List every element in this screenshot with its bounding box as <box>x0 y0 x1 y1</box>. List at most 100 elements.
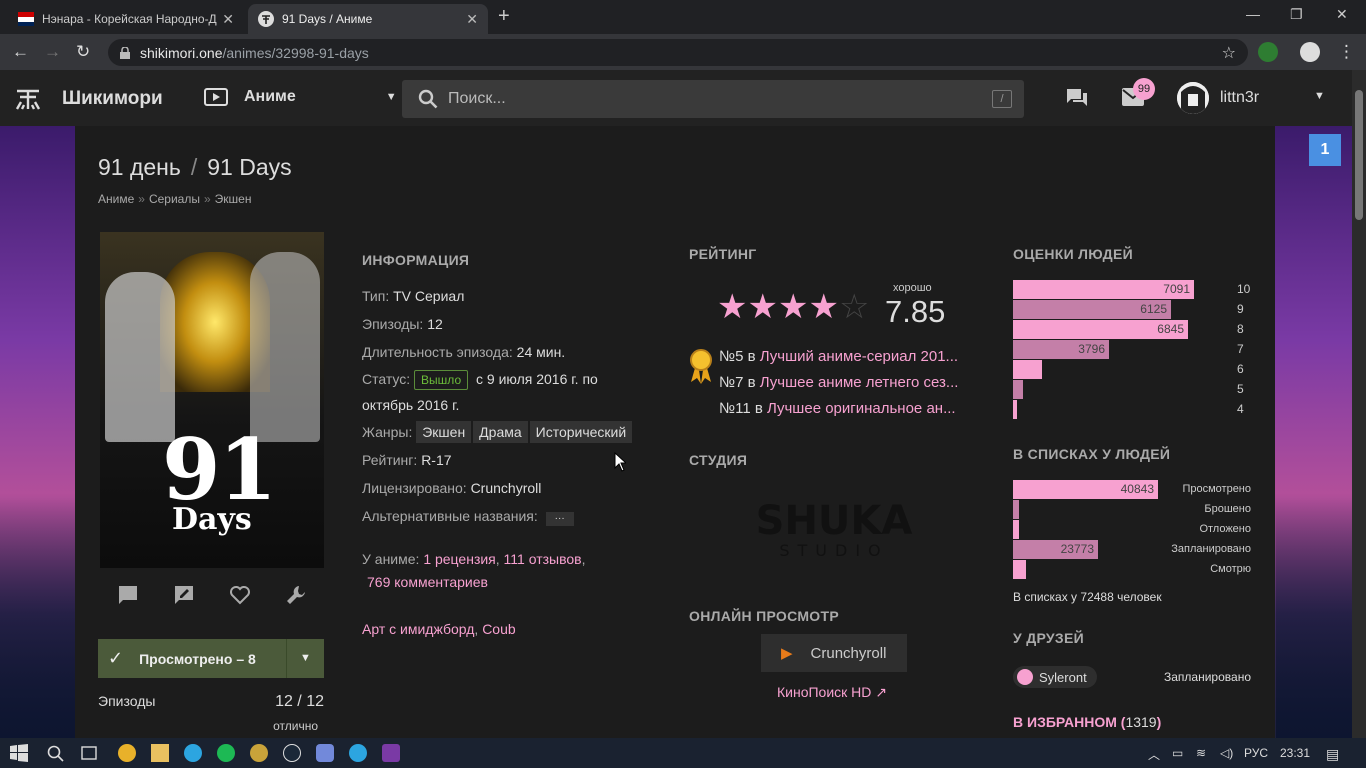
review-icon[interactable] <box>173 584 195 606</box>
search-icon[interactable] <box>46 744 64 762</box>
duration-value: 24 мин. <box>516 344 566 360</box>
rank-item: №11 в Лучшее оригинальное ан... <box>719 400 956 417</box>
art-link[interactable]: Арт с имиджборд <box>362 621 474 637</box>
address-bar-row: ← → ↻ shikimori.one/animes/32998-91-days… <box>0 34 1366 70</box>
media-player-icon[interactable] <box>382 744 400 762</box>
menu-dots-icon[interactable]: ⋮ <box>1338 42 1355 62</box>
reviews-link[interactable]: 1 рецензия <box>423 551 495 567</box>
friend-chip[interactable]: Syleront <box>1013 666 1097 688</box>
mouse-cursor <box>614 452 626 472</box>
score-row: 7091 10 <box>1013 280 1263 300</box>
watch-status-button[interactable]: ✓ Просмотрено – 8 ▼ <box>98 639 324 678</box>
heart-icon[interactable] <box>229 584 251 606</box>
genre-tag[interactable]: Исторический <box>529 421 633 443</box>
score-row: 6125 9 <box>1013 300 1263 320</box>
keyboard-lang[interactable]: РУС <box>1244 746 1268 760</box>
back-icon[interactable]: ← <box>12 42 29 62</box>
shield-extension-icon[interactable] <box>1258 42 1278 62</box>
profile-avatar-icon[interactable] <box>1300 42 1320 62</box>
chat-icon[interactable] <box>1066 88 1088 108</box>
task-view-icon[interactable] <box>80 744 98 762</box>
crunchyroll-button[interactable]: ▶ Crunchyroll <box>761 634 907 672</box>
poster-title-word: Days <box>172 502 252 537</box>
breadcrumb-item[interactable]: Сериалы <box>149 192 200 206</box>
chevron-down-icon: ▼ <box>385 91 397 103</box>
site-header: Шикимори Аниме ▼ Поиск... / 99 littn3r ▼ <box>0 70 1352 126</box>
score-bar: 6845 <box>1013 320 1188 339</box>
app-icon[interactable] <box>250 744 268 762</box>
search-input[interactable]: Поиск... / <box>402 80 1024 118</box>
reload-icon[interactable]: ↻ <box>76 42 90 62</box>
new-tab-button[interactable]: + <box>498 5 510 28</box>
avatar[interactable] <box>1177 82 1209 114</box>
close-icon[interactable]: ✕ <box>222 11 234 28</box>
site-brand[interactable]: Шикимори <box>62 88 163 110</box>
kinopoisk-link[interactable]: КиноПоиск HD ↗ <box>777 684 887 701</box>
studio-block: СТУДИЯ SHUKA STUDIO <box>689 452 912 558</box>
alt-names-toggle[interactable]: ··· <box>545 512 574 526</box>
browser-tab-active[interactable]: 91 Days / Аниме ✕ <box>248 4 488 34</box>
url-input[interactable]: shikimori.one/animes/32998-91-days ☆ <box>108 39 1248 66</box>
friends-heading: У ДРУЗЕЙ <box>1013 630 1085 646</box>
explorer-icon[interactable] <box>151 744 169 762</box>
search-hotkey: / <box>992 90 1012 108</box>
telegram-icon[interactable] <box>349 744 367 762</box>
comment-icon[interactable] <box>117 584 139 606</box>
comments-link[interactable]: 769 комментариев <box>367 574 488 590</box>
battery-icon[interactable]: ▭ <box>1172 746 1183 760</box>
episodes-count[interactable]: 12 / 12 <box>275 693 324 711</box>
steam-icon[interactable] <box>283 744 301 762</box>
wifi-icon[interactable]: ≋ <box>1196 746 1206 760</box>
poster-image[interactable]: 91 Days <box>100 232 324 568</box>
star-icon: ★ <box>747 288 778 326</box>
bookmark-star-icon[interactable]: ☆ <box>1222 43 1236 63</box>
section-menu[interactable]: Аниме ▼ <box>204 88 397 106</box>
score-label: 4 <box>1237 402 1244 416</box>
close-icon[interactable]: ✕ <box>466 11 478 28</box>
rating-stars: ★★★★☆ <box>717 290 869 324</box>
wrench-icon[interactable] <box>285 584 307 606</box>
notification-counter[interactable]: 1 <box>1309 134 1341 166</box>
type-label: Тип: <box>362 288 390 304</box>
username[interactable]: littn3r <box>1220 89 1259 107</box>
scrollbar-thumb[interactable] <box>1355 90 1363 220</box>
friend-avatar <box>1017 669 1033 685</box>
studio-logo[interactable]: SHUKA STUDIO <box>736 498 932 558</box>
chrome-icon[interactable] <box>118 744 136 762</box>
lists-heading: В СПИСКАХ У ЛЮДЕЙ <box>1013 446 1171 462</box>
windows-start-icon[interactable] <box>10 744 28 762</box>
rank-link[interactable]: Лучшее оригинальное ан... <box>767 400 956 417</box>
score-label: 10 <box>1237 282 1251 296</box>
opinions-link[interactable]: 111 отзывов <box>504 551 582 567</box>
chevron-down-icon[interactable]: ▼ <box>286 639 324 678</box>
minimize-icon[interactable]: — <box>1246 6 1260 22</box>
volume-icon[interactable]: ◁) <box>1220 746 1233 760</box>
forward-icon[interactable]: → <box>44 42 61 62</box>
breadcrumb-item[interactable]: Экшен <box>215 192 252 206</box>
chevron-down-icon[interactable]: ▼ <box>1314 90 1325 102</box>
page-scrollbar[interactable] <box>1352 70 1366 738</box>
background-trees <box>1276 498 1352 738</box>
status-label: Статус: <box>362 371 411 387</box>
browser-tab[interactable]: Нэнара - Корейская Народно-Д ✕ <box>8 4 244 34</box>
coub-link[interactable]: Coub <box>482 621 515 637</box>
spotify-icon[interactable] <box>217 744 235 762</box>
genre-tag[interactable]: Драма <box>473 421 528 443</box>
maximize-icon[interactable]: ❐ <box>1290 6 1303 23</box>
genre-tag[interactable]: Экшен <box>416 421 472 443</box>
title-ru: 91 день <box>98 154 181 180</box>
clock[interactable]: 23:31 <box>1280 746 1310 760</box>
check-icon: ✓ <box>108 648 124 668</box>
shikimori-logo-icon[interactable] <box>14 85 42 113</box>
score-bar: 6125 <box>1013 300 1171 319</box>
notifications-icon[interactable]: ▤ <box>1326 746 1339 763</box>
telegram-icon[interactable] <box>184 744 202 762</box>
breadcrumb-item[interactable]: Аниме <box>98 192 134 206</box>
rank-link[interactable]: Лучший аниме-сериал 201... <box>760 348 958 365</box>
favorites-heading[interactable]: В ИЗБРАННОМ (1319) <box>1013 714 1161 730</box>
rank-link[interactable]: Лучшее аниме летнего сез... <box>760 374 959 391</box>
tray-chevron-icon[interactable]: ︿ <box>1148 746 1160 763</box>
close-window-icon[interactable]: ✕ <box>1336 6 1348 23</box>
lists-total: В списках у 72488 человек <box>1013 590 1162 604</box>
discord-icon[interactable] <box>316 744 334 762</box>
